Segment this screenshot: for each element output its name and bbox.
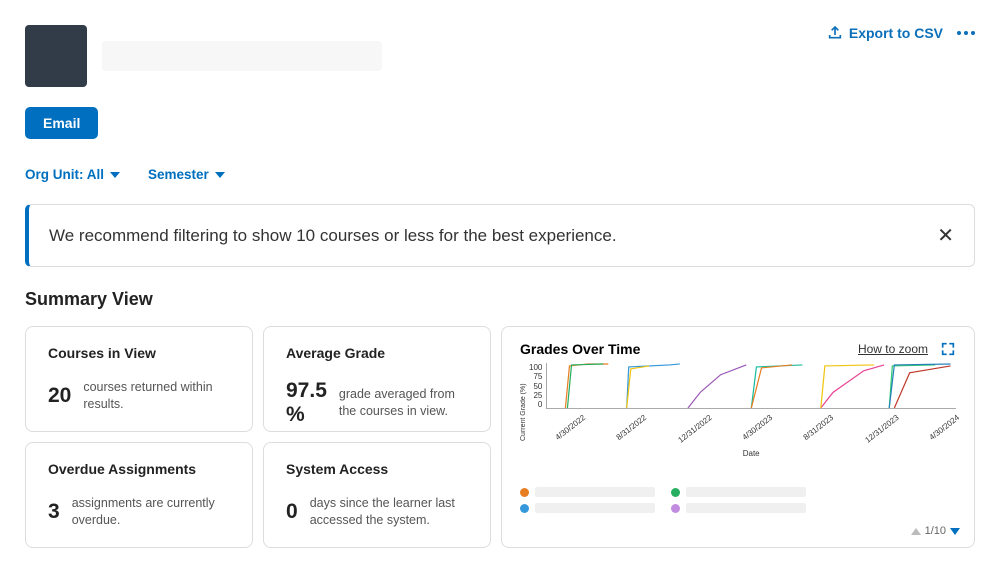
export-csv-button[interactable]: Export to CSV: [827, 25, 943, 41]
expand-icon[interactable]: [940, 341, 956, 357]
avatar: [25, 25, 87, 87]
card-desc: days since the learner last accessed the…: [310, 495, 468, 529]
legend-dot-icon: [671, 488, 680, 497]
plot: 4/30/2022 8/31/2022 12/31/2022 4/30/2023…: [546, 363, 956, 461]
card-desc: grade averaged from the courses in view.: [339, 386, 468, 420]
summary-cards: Courses in View 20 courses returned with…: [25, 326, 975, 548]
pager-next-icon[interactable]: [950, 528, 960, 535]
x-axis-label: Date: [546, 449, 956, 458]
email-button[interactable]: Email: [25, 107, 98, 139]
average-grade-card: Average Grade 97.5 % grade averaged from…: [263, 326, 491, 432]
legend-dot-icon: [671, 504, 680, 513]
overdue-assignments-card: Overdue Assignments 3 assignments are cu…: [25, 442, 253, 548]
overdue-count: 3: [48, 500, 60, 524]
card-title: Courses in View: [48, 345, 230, 361]
legend-item[interactable]: [520, 503, 655, 513]
legend-label-redacted: [686, 503, 806, 513]
grades-over-time-card: Grades Over Time How to zoom Current Gra…: [501, 326, 975, 548]
legend-item[interactable]: [520, 487, 655, 497]
how-to-zoom-link[interactable]: How to zoom: [858, 342, 928, 356]
chart-lines: [547, 363, 956, 408]
filter-bar: Org Unit: All Semester: [25, 167, 975, 182]
learner-name-redacted: [102, 41, 382, 71]
card-desc: assignments are currently overdue.: [72, 495, 230, 529]
access-days-value: 0: [286, 500, 298, 524]
chevron-down-icon: [215, 172, 225, 178]
close-icon[interactable]: ✕: [937, 223, 954, 248]
legend-item[interactable]: [671, 503, 806, 513]
header-actions: Export to CSV: [827, 25, 975, 41]
legend-label-redacted: [686, 487, 806, 497]
pager-prev-icon[interactable]: [911, 528, 921, 535]
chart-area[interactable]: Current Grade (%) 100 75 50 25 0: [520, 363, 956, 461]
avg-grade-value: 97.5 %: [286, 379, 327, 427]
chart-title: Grades Over Time: [520, 341, 640, 357]
semester-filter[interactable]: Semester: [148, 167, 225, 182]
export-icon: [827, 25, 843, 41]
legend-item[interactable]: [671, 487, 806, 497]
learner-identity: [25, 25, 382, 87]
x-ticks: 4/30/2022 8/31/2022 12/31/2022 4/30/2023…: [546, 413, 956, 422]
export-csv-label: Export to CSV: [849, 25, 943, 41]
legend-pager: 1/10: [911, 525, 960, 537]
legend-dot-icon: [520, 504, 529, 513]
pager-text: 1/10: [925, 525, 946, 537]
legend-label-redacted: [535, 503, 655, 513]
org-unit-filter[interactable]: Org Unit: All: [25, 167, 120, 182]
org-unit-filter-label: Org Unit: All: [25, 167, 104, 182]
info-banner: We recommend filtering to show 10 course…: [25, 204, 975, 267]
card-title: System Access: [286, 461, 468, 477]
system-access-card: System Access 0 days since the learner l…: [263, 442, 491, 548]
chart-legend: [520, 487, 956, 513]
header: Export to CSV: [25, 25, 975, 87]
courses-count: 20: [48, 384, 71, 408]
chevron-down-icon: [110, 172, 120, 178]
more-actions-button[interactable]: [957, 31, 975, 35]
card-title: Overdue Assignments: [48, 461, 230, 477]
legend-label-redacted: [535, 487, 655, 497]
y-ticks: 100 75 50 25 0: [529, 363, 546, 409]
card-desc: courses returned within results.: [83, 379, 230, 413]
legend-dot-icon: [520, 488, 529, 497]
semester-filter-label: Semester: [148, 167, 209, 182]
page-title: Summary View: [25, 289, 975, 310]
info-banner-text: We recommend filtering to show 10 course…: [49, 226, 617, 246]
card-title: Average Grade: [286, 345, 468, 361]
courses-in-view-card: Courses in View 20 courses returned with…: [25, 326, 253, 432]
y-axis-label: Current Grade (%): [520, 363, 527, 461]
